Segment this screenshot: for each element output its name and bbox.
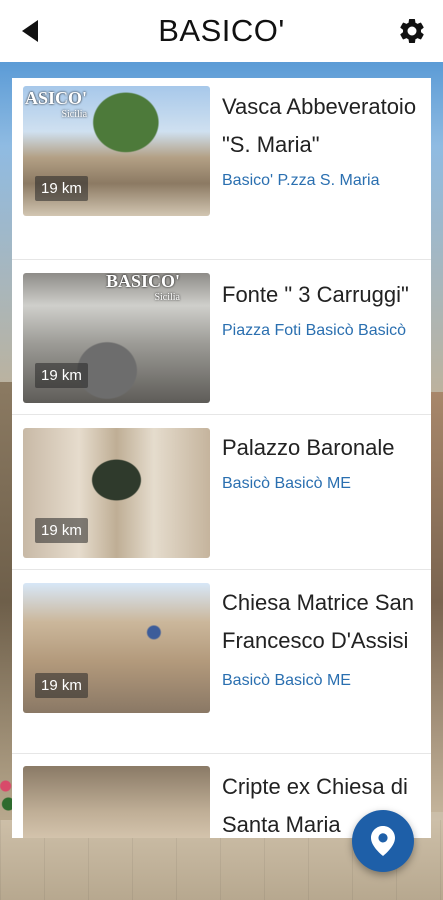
place-address[interactable]: Basicò Basicò ME [222,672,427,690]
place-name: Fonte " 3 Carruggi" [222,282,409,307]
thumbnail-watermark: ASICO' Sicilia [25,88,88,120]
place-name: Chiesa Matrice San Francesco D'Assisi [222,590,414,653]
place-thumbnail: ASICO' Sicilia 19 km [23,86,210,216]
place-address[interactable]: Piazza Foti Basicò Basicò [222,322,427,340]
map-button[interactable] [352,810,414,872]
distance-badge: 19 km [35,518,88,543]
place-name: Vasca Abbeveratoio "S. Maria" [222,94,417,157]
places-list: ASICO' Sicilia 19 km Vasca Abbeveratoio … [12,78,431,838]
list-item[interactable]: ASICO' Sicilia 19 km Vasca Abbeveratoio … [12,78,431,260]
list-item[interactable]: BASICO' Sicilia 19 km Fonte " 3 Carruggi… [12,260,431,415]
place-thumbnail: BASICO' Sicilia 19 km [23,273,210,403]
distance-badge: 19 km [35,176,88,201]
gear-icon[interactable] [397,16,427,46]
page-title: BASICO' [158,13,285,48]
distance-badge: 19 km [35,673,88,698]
place-address[interactable]: Basico' P.zza S. Maria [222,172,427,190]
place-name: Palazzo Baronale [222,435,395,460]
list-item[interactable]: 19 km Palazzo Baronale Basicò Basicò ME [12,415,431,570]
map-pin-icon [371,826,395,856]
place-address[interactable]: Basicò Basicò ME [222,475,427,493]
top-app-bar: BASICO' [0,0,443,62]
thumbnail-watermark: BASICO' Sicilia [105,273,180,303]
place-thumbnail: 19 km [23,428,210,558]
background-building-right [429,392,443,812]
place-thumbnail: 19 km [23,583,210,713]
distance-badge: 19 km [35,363,88,388]
place-thumbnail [23,766,210,838]
back-arrow-icon[interactable] [22,20,40,42]
list-item[interactable]: 19 km Chiesa Matrice San Francesco D'Ass… [12,570,431,754]
